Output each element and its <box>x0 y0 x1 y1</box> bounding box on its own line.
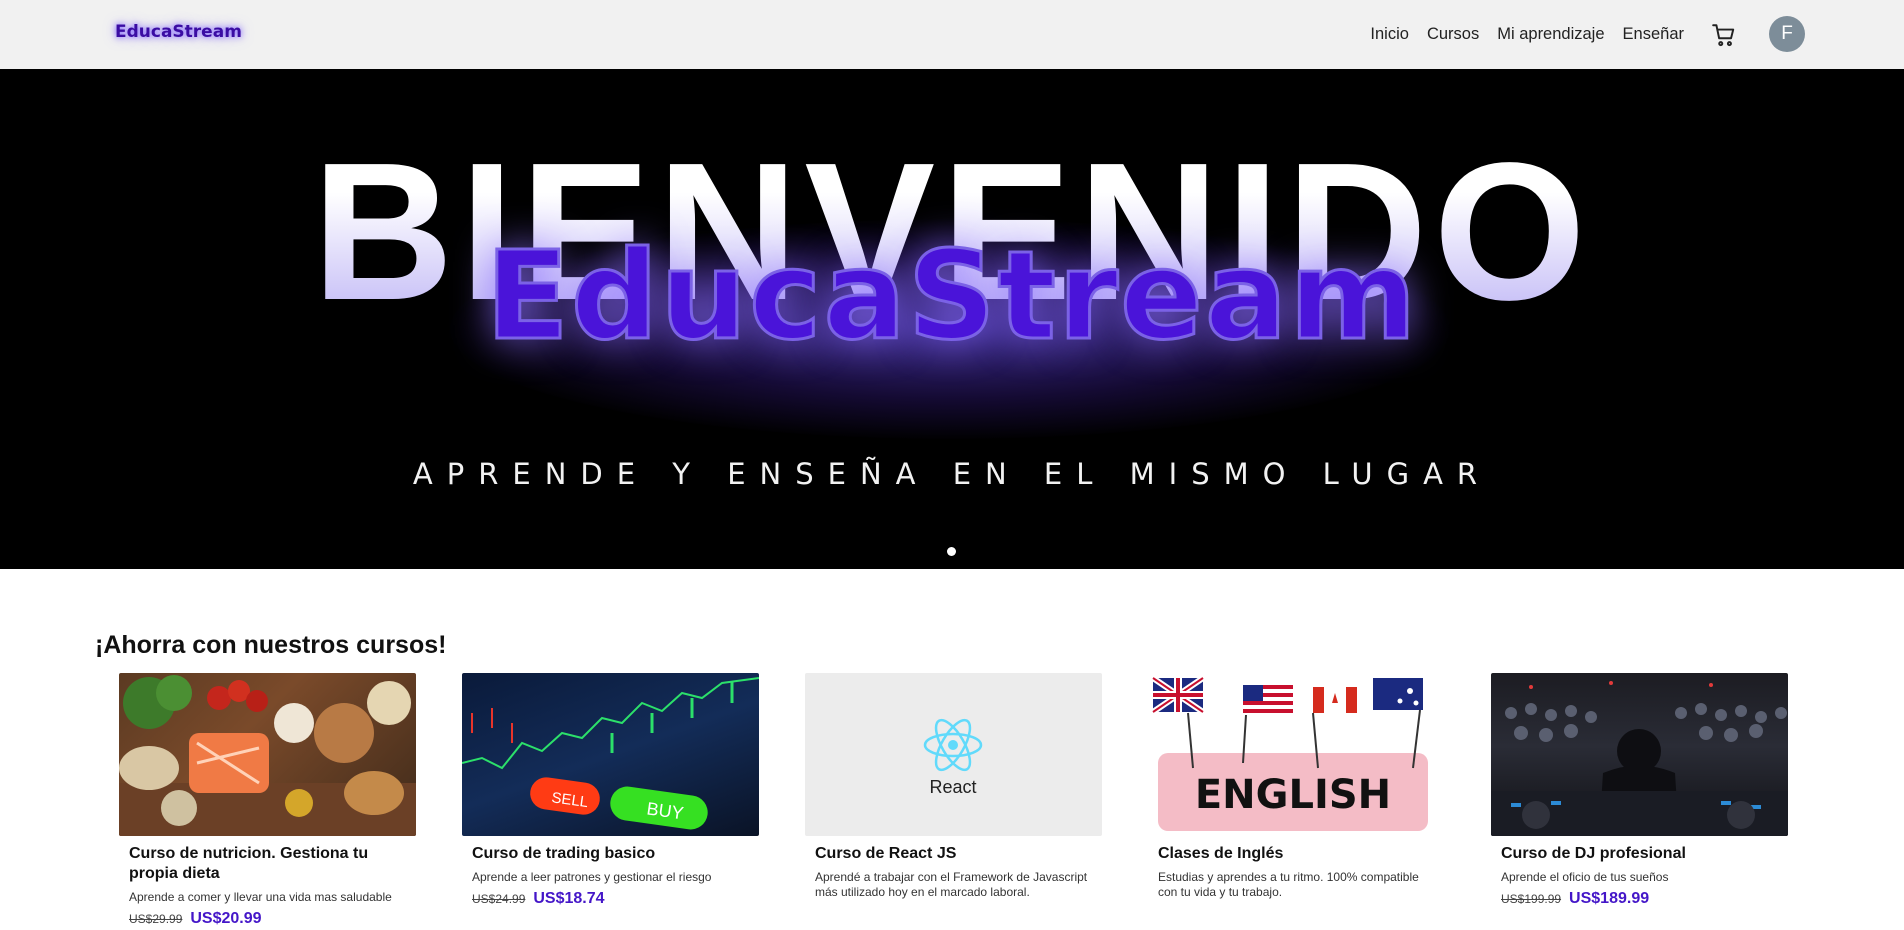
nav-link-inicio[interactable]: Inicio <box>1370 25 1409 44</box>
food-illustration <box>119 675 416 836</box>
course-description: Estudias y aprendes a tu ritmo. 100% com… <box>1158 870 1419 899</box>
new-price: US$189.99 <box>1569 890 1650 907</box>
course-title[interactable]: Curso de trading basico <box>472 844 749 864</box>
course-description: Aprendé a trabajar con el Framework de J… <box>815 870 1088 899</box>
course-title[interactable]: Curso de nutricion. Gestiona tu propia d… <box>129 844 406 884</box>
brand-logo[interactable]: EducaStream <box>115 22 242 42</box>
nav-link-mi-aprendizaje[interactable]: Mi aprendizaje <box>1497 25 1604 44</box>
course-description: Aprende a comer y llevar una vida mas sa… <box>129 890 392 904</box>
course-image[interactable]: ENGLISH <box>1148 673 1445 836</box>
course-image[interactable]: React <box>805 673 1102 836</box>
nav-link-ensenar[interactable]: Enseñar <box>1623 25 1684 44</box>
flag-canada-icon <box>1313 687 1357 713</box>
react-label: React <box>929 777 976 797</box>
course-image[interactable]: SELL BUY <box>462 673 759 836</box>
user-avatar[interactable]: F <box>1769 16 1805 52</box>
react-logo-icon: React <box>923 718 983 797</box>
course-prices: US$24.99 US$18.74 <box>472 890 749 908</box>
course-description: Aprende el oficio de tus sueños <box>1501 870 1669 884</box>
new-price: US$20.99 <box>190 910 262 927</box>
course-prices: US$29.99 US$20.99 <box>129 910 406 928</box>
course-image[interactable] <box>1491 673 1788 836</box>
old-price: US$29.99 <box>129 912 183 926</box>
course-description: Aprende a leer patrones y gestionar el r… <box>472 870 712 884</box>
dj-illustration <box>1491 681 1788 836</box>
course-card[interactable]: React Curso de React JS Aprendé a trabaj… <box>805 673 1102 900</box>
course-card[interactable]: ENGLISH Clases de Inglés Estudias y apre… <box>1148 673 1445 900</box>
hero-subtitle: APRENDE Y ENSEÑA EN EL MISMO LUGAR <box>412 457 1492 491</box>
course-title[interactable]: Clases de Inglés <box>1158 844 1435 864</box>
course-card[interactable]: Curso de nutricion. Gestiona tu propia d… <box>119 673 416 928</box>
course-card[interactable]: SELL BUY Curso de trading basico Aprende… <box>462 673 759 908</box>
old-price: US$24.99 <box>472 892 526 906</box>
nav-links: Inicio Cursos Mi aprendizaje Enseñar <box>1370 0 1684 69</box>
course-title[interactable]: Curso de React JS <box>815 844 1092 864</box>
trading-illustration: SELL BUY <box>462 677 759 830</box>
nav-link-cursos[interactable]: Cursos <box>1427 25 1479 44</box>
section-title: ¡Ahorra con nuestros cursos! <box>95 631 447 659</box>
old-price: US$199.99 <box>1501 892 1562 906</box>
course-title[interactable]: Curso de DJ profesional <box>1501 844 1778 864</box>
course-image[interactable] <box>119 673 416 836</box>
hero-banner: BIENVENIDO EducaStream APRENDE Y ENSEÑA … <box>0 69 1904 569</box>
english-label: ENGLISH <box>1195 772 1391 818</box>
hero-brand: EducaStream <box>484 225 1419 367</box>
carousel-indicator[interactable] <box>947 547 956 556</box>
course-prices: US$199.99 US$189.99 <box>1501 890 1778 908</box>
course-card[interactable]: Curso de DJ profesional Aprende el ofici… <box>1491 673 1788 908</box>
flag-australia-icon <box>1373 678 1423 710</box>
flag-uk-icon <box>1151 675 1205 715</box>
cart-icon[interactable] <box>1711 22 1737 48</box>
navbar: EducaStream Inicio Cursos Mi aprendizaje… <box>0 0 1904 69</box>
new-price: US$18.74 <box>533 890 605 907</box>
english-illustration: ENGLISH <box>1151 675 1428 831</box>
flag-usa-icon <box>1243 685 1293 715</box>
